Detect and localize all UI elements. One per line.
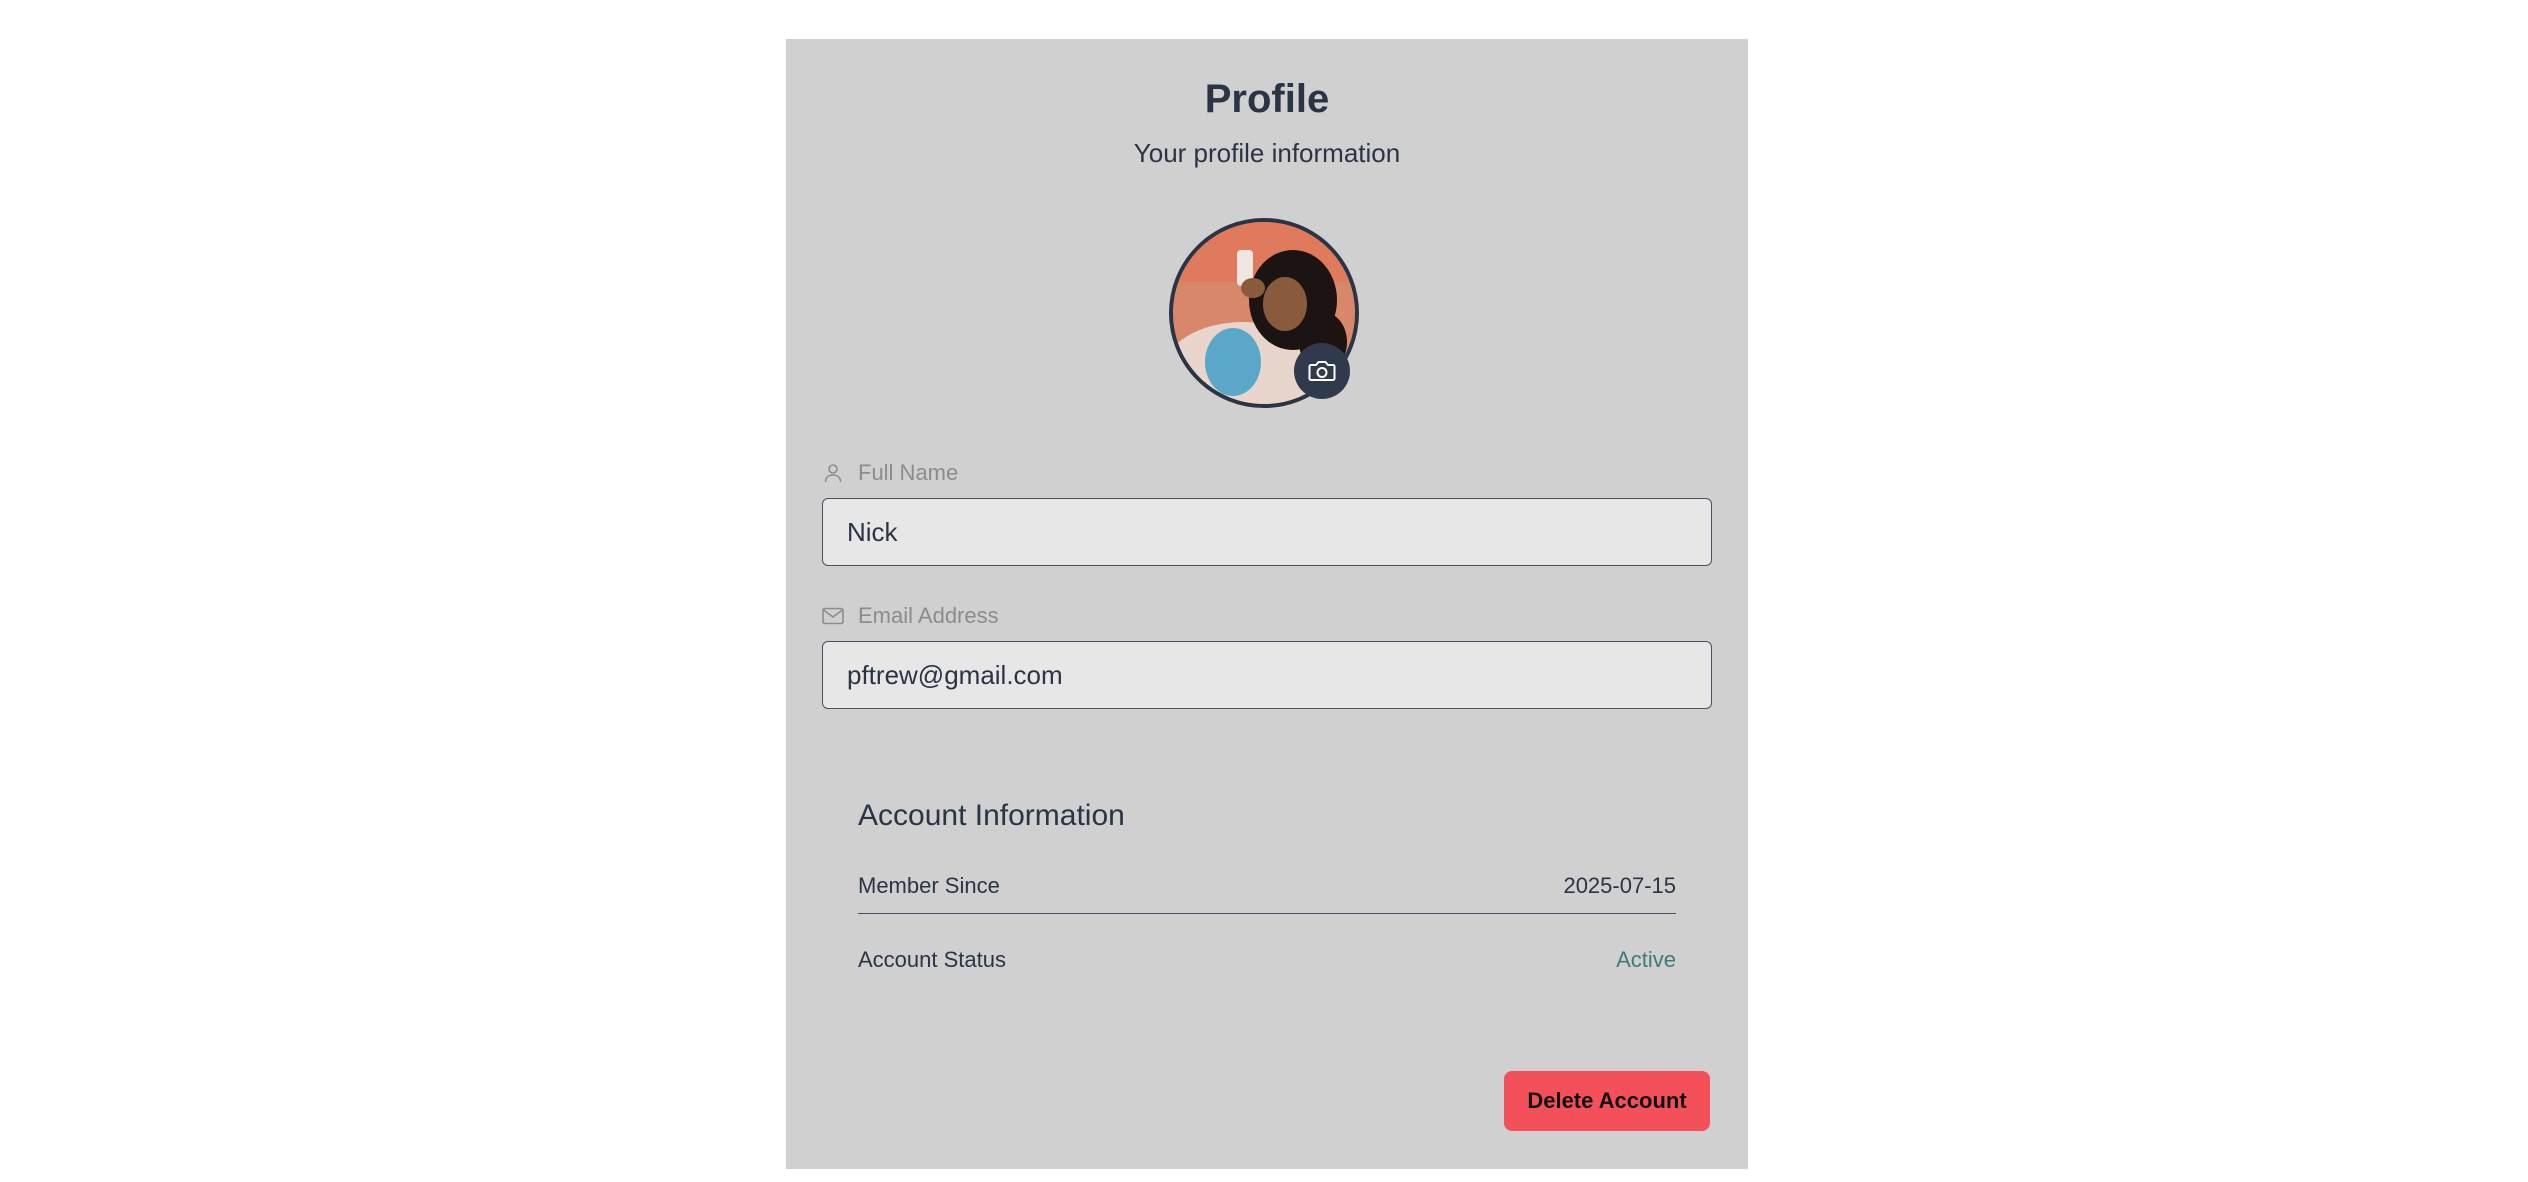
- email-input[interactable]: [822, 641, 1712, 709]
- member-since-value: 2025-07-15: [1563, 873, 1676, 898]
- member-since-row: Member Since 2025-07-15: [858, 869, 1676, 903]
- divider: [858, 913, 1676, 914]
- account-status-label: Account Status: [858, 947, 1006, 972]
- member-since-label: Member Since: [858, 873, 1000, 898]
- page-subtitle: Your profile information: [1133, 138, 1401, 168]
- user-icon: [822, 462, 844, 484]
- full-name-label-text: Full Name: [858, 460, 959, 485]
- avatar-container: [1169, 218, 1365, 414]
- delete-account-button[interactable]: Delete Account: [1504, 1071, 1710, 1131]
- status-badge: Active: [1616, 947, 1676, 972]
- profile-card: Profile Your profile information Full Na…: [786, 39, 1748, 1169]
- account-info-title: Account Information: [858, 799, 1125, 832]
- full-name-label: Full Name: [822, 458, 958, 488]
- email-label-text: Email Address: [858, 603, 999, 628]
- camera-icon: [1308, 361, 1336, 381]
- mail-icon: [822, 605, 844, 627]
- account-status-row: Account Status Active: [858, 943, 1676, 977]
- full-name-input[interactable]: [822, 498, 1712, 566]
- email-label: Email Address: [822, 601, 999, 631]
- page-title: Profile: [1204, 77, 1330, 121]
- change-photo-button[interactable]: [1294, 343, 1350, 399]
